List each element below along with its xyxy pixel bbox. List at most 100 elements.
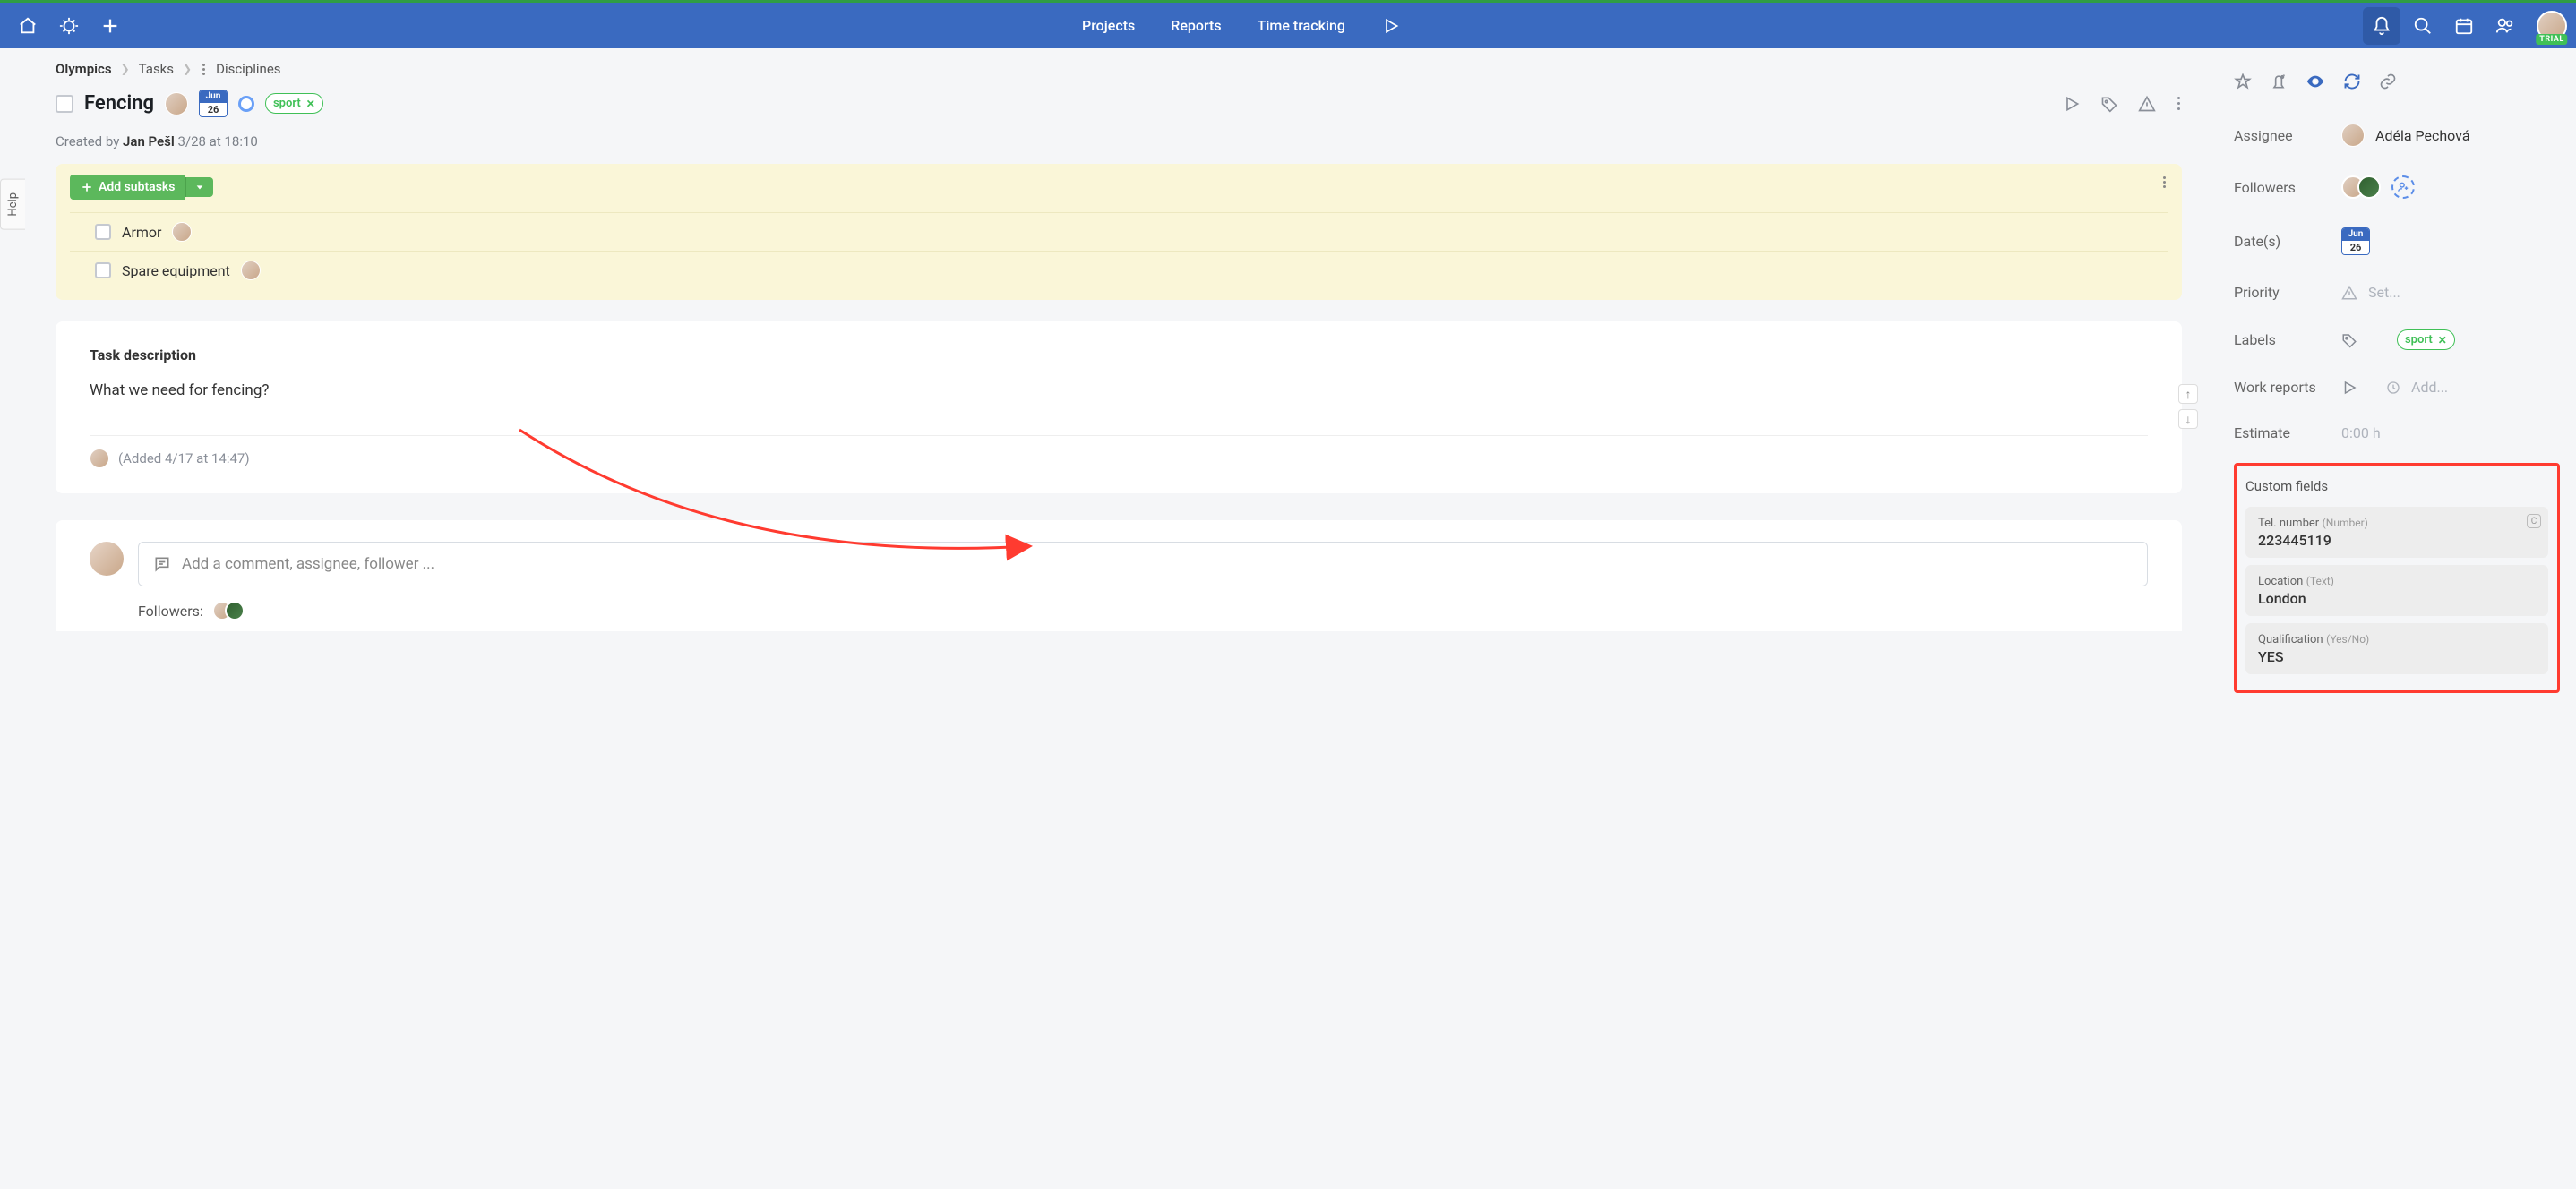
play-icon[interactable] — [1372, 7, 1410, 45]
play-outline-icon[interactable] — [2341, 380, 2357, 396]
tag-label: sport — [273, 97, 301, 110]
assignee-avatar[interactable] — [2341, 124, 2365, 147]
eye-icon[interactable] — [2306, 72, 2325, 91]
followers-avatars[interactable] — [212, 601, 245, 620]
assignee-label: Assignee — [2234, 127, 2341, 144]
custom-fields-heading: Custom fields — [2245, 478, 2548, 494]
custom-field-label: Qualification — [2258, 633, 2323, 646]
chevron-right-icon: ❯ — [121, 63, 130, 75]
custom-field-badge: C — [2527, 514, 2541, 528]
custom-field-value: 223445119 — [2258, 532, 2536, 549]
custom-field-item[interactable]: Qualification (Yes/No) YES — [2245, 623, 2548, 674]
nav-projects[interactable]: Projects — [1082, 17, 1135, 34]
custom-field-value: YES — [2258, 648, 2536, 665]
task-header: Fencing Jun 26 sport ✕ — [56, 90, 2218, 117]
work-reports-placeholder[interactable]: Add... — [2411, 379, 2448, 396]
description-text[interactable]: What we need for fencing? — [90, 381, 2148, 399]
sidebar-date-chip[interactable]: Jun 26 — [2341, 227, 2370, 255]
profile-avatar[interactable]: TRIAL — [2537, 11, 2567, 41]
nav-time-tracking[interactable]: Time tracking — [1258, 17, 1345, 34]
description-added-meta: (Added 4/17 at 14:47) — [118, 450, 250, 466]
add-subtasks-dropdown[interactable] — [185, 177, 213, 197]
star-icon[interactable] — [2234, 73, 2252, 90]
custom-field-item[interactable]: C Tel. number (Number) 223445119 — [2245, 507, 2548, 558]
created-meta: Created by Jan Pešl 3/28 at 18:10 — [56, 133, 2218, 150]
task-date-chip[interactable]: Jun 26 — [199, 90, 228, 117]
play-outline-icon[interactable] — [2063, 95, 2081, 113]
chat-icon — [153, 555, 171, 573]
scroll-down-icon[interactable]: ↓ — [2178, 409, 2198, 429]
add-subtasks-button[interactable]: Add subtasks — [70, 175, 185, 200]
task-kebab-icon[interactable] — [2176, 95, 2182, 112]
custom-field-type: (Yes/No) — [2326, 633, 2369, 646]
description-author-avatar — [90, 449, 109, 468]
subtask-title: Armor — [122, 224, 161, 241]
breadcrumb-project[interactable]: Olympics — [56, 61, 112, 77]
comment-followers-label: Followers: — [138, 603, 203, 620]
task-assignee-avatar[interactable] — [165, 92, 188, 115]
estimate-label: Estimate — [2234, 424, 2341, 441]
custom-field-value: London — [2258, 590, 2536, 607]
help-tab[interactable]: Help — [0, 179, 25, 230]
task-sidebar: Assignee Adéla Pechová Followers Date(s) — [2218, 48, 2576, 704]
custom-fields-section: Custom fields C Tel. number (Number) 223… — [2234, 463, 2560, 693]
add-follower-button[interactable] — [2391, 175, 2415, 199]
date-month: Jun — [2342, 228, 2369, 241]
follower-avatar[interactable] — [2357, 175, 2381, 199]
custom-field-type: (Text) — [2306, 575, 2334, 587]
task-complete-checkbox[interactable] — [56, 95, 73, 113]
search-icon[interactable] — [2404, 7, 2442, 45]
link-icon[interactable] — [2379, 73, 2397, 90]
warning-icon[interactable] — [2138, 95, 2156, 113]
subtask-item[interactable]: Armor — [70, 212, 2168, 251]
refresh-icon[interactable] — [2343, 73, 2361, 90]
notify-icon[interactable] — [2270, 73, 2288, 90]
custom-field-label: Location — [2258, 575, 2303, 588]
followers-label: Followers — [2234, 179, 2341, 196]
priority-placeholder[interactable]: Set... — [2368, 284, 2400, 301]
calendar-icon[interactable] — [2445, 7, 2483, 45]
users-icon[interactable] — [2486, 7, 2524, 45]
nav-reports[interactable]: Reports — [1171, 17, 1221, 34]
subtask-checkbox[interactable] — [95, 262, 111, 278]
chevron-right-icon: ❯ — [183, 63, 192, 75]
subtask-item[interactable]: Spare equipment — [70, 251, 2168, 289]
description-heading: Task description — [90, 346, 2148, 364]
priority-label: Priority — [2234, 284, 2341, 301]
subtasks-card: Add subtasks Armor Spare equipment — [56, 164, 2182, 300]
work-reports-label: Work reports — [2234, 379, 2341, 396]
home-icon[interactable] — [9, 7, 47, 45]
tag-icon[interactable] — [2341, 332, 2357, 348]
description-card: Task description What we need for fencin… — [56, 321, 2182, 493]
subtask-avatar[interactable] — [241, 261, 261, 280]
subtask-avatar[interactable] — [172, 222, 192, 242]
breadcrumb-section[interactable]: Tasks — [139, 61, 174, 77]
status-circle-icon[interactable] — [238, 96, 254, 112]
tag-icon[interactable] — [2100, 95, 2118, 113]
breadcrumb: Olympics ❯ Tasks ❯ Disciplines — [56, 61, 2218, 77]
bell-icon[interactable] — [2363, 7, 2400, 45]
assignee-name[interactable]: Adéla Pechová — [2375, 127, 2470, 144]
priority-icon — [2341, 285, 2357, 301]
subtasks-kebab-icon[interactable] — [2161, 175, 2168, 190]
custom-field-item[interactable]: Location (Text) London — [2245, 565, 2548, 616]
plus-icon[interactable] — [91, 7, 129, 45]
clock-icon — [2386, 381, 2400, 395]
date-day: 26 — [2342, 241, 2369, 254]
sidebar-tag[interactable]: sport ✕ — [2397, 329, 2455, 350]
tag-remove-icon[interactable]: ✕ — [2438, 334, 2447, 346]
subtask-title: Spare equipment — [122, 262, 230, 279]
date-month: Jun — [200, 90, 227, 103]
scroll-up-icon[interactable]: ↑ — [2178, 384, 2198, 404]
gear-icon[interactable] — [50, 7, 88, 45]
date-day: 26 — [200, 103, 227, 116]
task-tag[interactable]: sport ✕ — [265, 93, 323, 114]
comment-placeholder: Add a comment, assignee, follower ... — [182, 555, 434, 573]
subtask-checkbox[interactable] — [95, 224, 111, 240]
tag-remove-icon[interactable]: ✕ — [306, 98, 315, 110]
add-subtasks-label: Add subtasks — [99, 180, 175, 194]
task-title: Fencing — [84, 92, 154, 115]
estimate-value[interactable]: 0:00 h — [2341, 424, 2381, 441]
comment-input[interactable]: Add a comment, assignee, follower ... — [138, 542, 2148, 586]
breadcrumb-kebab-icon[interactable] — [201, 62, 207, 77]
